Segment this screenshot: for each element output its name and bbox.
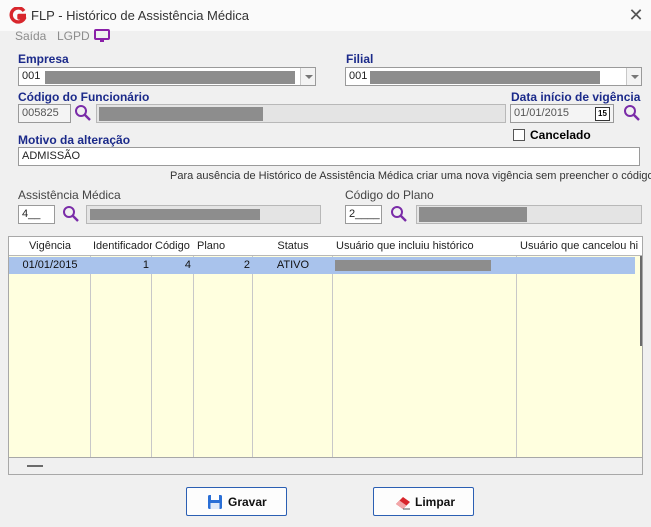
save-icon xyxy=(208,495,222,509)
cell-identificador: 1 xyxy=(142,259,149,271)
calendar-icon[interactable]: 15 xyxy=(595,107,610,121)
search-icon[interactable] xyxy=(623,104,641,122)
app-logo-icon xyxy=(9,7,27,24)
title-bar: FLP - Histórico de Assistência Médica ✕ xyxy=(0,0,651,31)
grid-header: Vigência Identificador Código Plano Stat… xyxy=(9,237,642,256)
chevron-down-icon[interactable] xyxy=(300,68,315,85)
eraser-icon xyxy=(396,497,410,510)
filial-label: Filial xyxy=(346,52,374,66)
gravar-label: Gravar xyxy=(228,495,267,509)
filial-select[interactable]: 001 xyxy=(345,67,642,86)
empresa-name-redacted xyxy=(45,71,295,84)
menu-item-lgpd[interactable]: LGPD xyxy=(57,29,90,43)
filial-name-redacted xyxy=(370,71,600,84)
info-text: Para ausência de Histórico de Assistênci… xyxy=(170,170,651,182)
funcionario-name-redacted xyxy=(99,107,263,121)
chevron-down-icon[interactable] xyxy=(626,68,641,85)
window-title: FLP - Histórico de Assistência Médica xyxy=(31,8,249,23)
assistencia-name-redacted xyxy=(90,209,260,220)
table-row[interactable]: 01/01/2015 1 4 2 ATIVO xyxy=(9,257,635,274)
motivo-input[interactable]: ADMISSÃO xyxy=(18,147,640,166)
filial-code: 001 xyxy=(349,70,368,82)
assistencia-label: Assistência Médica xyxy=(18,188,121,202)
empresa-label: Empresa xyxy=(18,52,69,66)
limpar-label: Limpar xyxy=(415,495,456,509)
vertical-scrollbar[interactable] xyxy=(640,256,642,346)
cell-codigo: 4 xyxy=(184,259,191,271)
plano-name-redacted xyxy=(419,207,527,222)
funcionario-code-field[interactable]: 005825 xyxy=(18,104,71,123)
cell-usuario-incluiu-redacted xyxy=(335,260,491,271)
limpar-button[interactable]: Limpar xyxy=(373,487,474,516)
column-header-usuario-incluiu[interactable]: Usuário que incluiu histórico xyxy=(333,237,517,256)
empresa-code: 001 xyxy=(22,70,41,82)
assistencia-name-field xyxy=(86,205,321,224)
plano-label: Código do Plano xyxy=(345,188,434,202)
cancelado-checkbox[interactable] xyxy=(513,129,525,141)
motivo-label: Motivo da alteração xyxy=(18,133,131,147)
gravar-button[interactable]: Gravar xyxy=(186,487,287,516)
cell-usuario-cancelou xyxy=(517,257,635,274)
column-header-status[interactable]: Status xyxy=(253,237,333,256)
search-icon[interactable] xyxy=(390,205,408,223)
column-header-usuario-cancelou[interactable]: Usuário que cancelou hi xyxy=(517,237,642,256)
data-inicio-label: Data início de vigência xyxy=(511,90,641,104)
column-header-plano[interactable]: Plano xyxy=(194,237,253,256)
assistencia-code-input[interactable]: 4__ xyxy=(18,205,55,224)
search-icon[interactable] xyxy=(62,205,80,223)
search-icon[interactable] xyxy=(74,104,92,122)
column-header-identificador[interactable]: Identificador xyxy=(92,237,152,256)
cell-plano: 2 xyxy=(243,259,250,271)
funcionario-name-field xyxy=(96,104,506,123)
column-header-vigencia[interactable]: Vigência xyxy=(9,237,91,256)
history-grid[interactable]: Vigência Identificador Código Plano Stat… xyxy=(8,236,643,458)
column-header-codigo[interactable]: Código xyxy=(152,237,194,256)
funcionario-label: Código do Funcionário xyxy=(18,90,150,104)
menu-item-saida[interactable]: Saída xyxy=(15,29,46,43)
horizontal-scrollbar[interactable] xyxy=(8,458,643,475)
monitor-icon[interactable] xyxy=(94,29,110,43)
data-inicio-value: 01/01/2015 xyxy=(514,107,570,119)
close-button[interactable]: ✕ xyxy=(625,4,647,26)
cancelado-label: Cancelado xyxy=(530,128,591,142)
cell-vigencia: 01/01/2015 xyxy=(22,259,78,271)
plano-name-field xyxy=(416,205,642,224)
cell-status: ATIVO xyxy=(276,259,310,271)
empresa-select[interactable]: 001 xyxy=(18,67,316,86)
plano-code-input[interactable]: 2____ xyxy=(345,205,382,224)
horizontal-scroll-thumb[interactable] xyxy=(27,465,43,467)
